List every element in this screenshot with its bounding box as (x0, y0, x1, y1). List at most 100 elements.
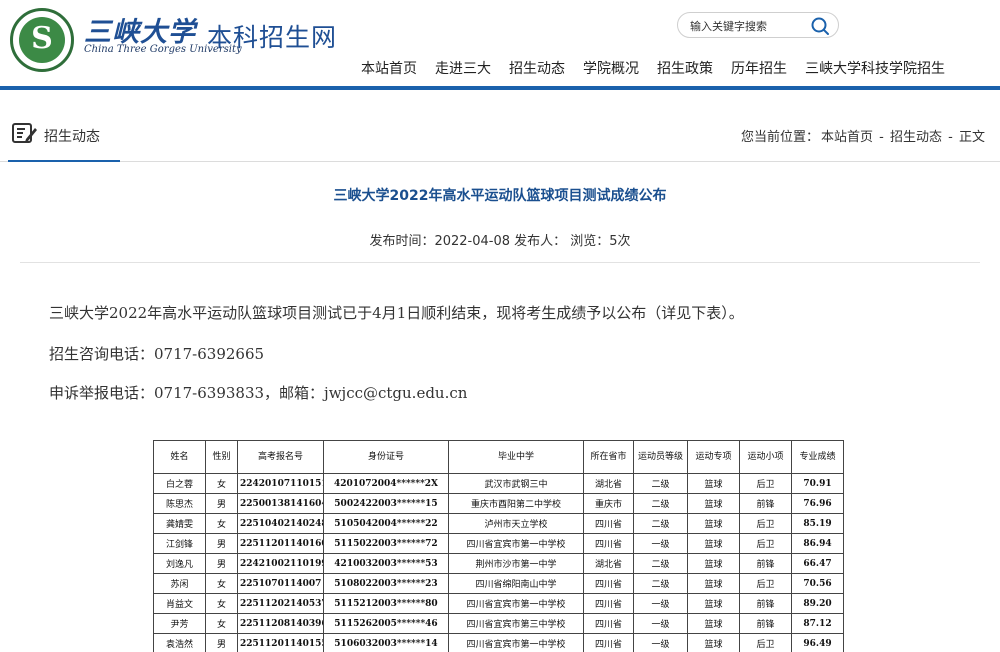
search-input[interactable] (690, 17, 808, 35)
table-cell: 四川省 (583, 633, 634, 652)
table-row: 白之蓉女 22420107110151 4201072004******2X 武汉市武… (153, 473, 844, 494)
table-row: 袁浩然男 22511201140155 5106032003******14 四川省宜… (153, 633, 844, 652)
table-cell: 87.12 (791, 613, 844, 634)
table-header-cell: 身份证号 (323, 440, 449, 474)
table-cell: 96.49 (791, 633, 844, 652)
table-cell: 前锋 (739, 493, 792, 514)
table-cell: 5002422003******15 (323, 493, 449, 514)
main-nav: 本站首页 走进三大 招生动态 学院概况 招生政策 历年招生 三峡大学科技学院招生 (361, 58, 945, 78)
table-cell: 篮球 (687, 553, 740, 574)
nav-item-about[interactable]: 走进三大 (435, 58, 491, 78)
table-header-cell: 姓名 (153, 440, 206, 474)
table-cell: 女 (205, 613, 238, 634)
section-header: 招生动态 您当前位置： 本站首页 - 招生动态 - 正文 (0, 90, 1000, 162)
article-title: 三峡大学2022年高水平运动队篮球项目测试成绩公布 (333, 188, 667, 204)
document-edit-icon (12, 123, 37, 143)
table-cell: 89.20 (791, 593, 844, 614)
meta-divider (20, 262, 980, 263)
table-cell: 22511201140160 (237, 533, 324, 554)
table-cell: 四川省宜宾市第三中学校 (448, 613, 584, 634)
table-header-cell: 所在省市 (583, 440, 634, 474)
table-cell: 5115212003******80 (323, 593, 449, 614)
table-header-row: 姓名 性别 高考报名号 身份证号 毕业中学 所在省市 运动员等级 运动专项 运动… (153, 440, 844, 474)
breadcrumb: 您当前位置： 本站首页 - 招生动态 - 正文 (740, 126, 986, 145)
table-cell: 后卫 (739, 473, 792, 494)
table-cell: 篮球 (687, 613, 740, 634)
table-cell: 女 (205, 593, 238, 614)
table-cell: 后卫 (739, 573, 792, 594)
table-cell: 22420107110151 (237, 473, 324, 494)
section-title: 招生动态 (44, 129, 100, 145)
breadcrumb-news[interactable]: 招生动态 (890, 130, 942, 145)
section-tab[interactable]: 招生动态 (8, 118, 120, 162)
table-cell: 后卫 (739, 533, 792, 554)
nav-item-policy[interactable]: 招生政策 (657, 58, 713, 78)
breadcrumb-home[interactable]: 本站首页 (821, 130, 873, 145)
table-cell: 86.94 (791, 533, 844, 554)
table-cell: 前锋 (739, 613, 792, 634)
article-paragraph: 申诉举报电话：0717-6393833，邮箱：jwjcc@ctgu.edu.cn (49, 384, 468, 402)
table-cell: 二级 (633, 513, 688, 534)
article-paragraph: 三峡大学2022年高水平运动队篮球项目测试已于4月1日顺利结束，现将考生成绩予以… (49, 304, 744, 322)
nav-item-colleges[interactable]: 学院概况 (583, 58, 639, 78)
table-row: 陈思杰男 22500138141604 5002422003******15 重庆市酉… (153, 493, 844, 514)
nav-item-history[interactable]: 历年招生 (731, 58, 787, 78)
table-cell: 22511202140537 (237, 593, 324, 614)
nav-item-tech-college[interactable]: 三峡大学科技学院招生 (805, 58, 945, 78)
table-cell: 四川省 (583, 593, 634, 614)
table-cell: 二级 (633, 493, 688, 514)
university-logo-icon[interactable] (10, 8, 74, 72)
table-cell: 四川省宜宾市第一中学校 (448, 533, 584, 554)
table-cell: 龚婧雯 (153, 513, 206, 534)
table-header-cell: 专业成绩 (791, 440, 844, 474)
table-cell: 4201072004******2X (323, 473, 449, 494)
table-row: 龚婧雯女 22510402140248 5105042004******22 泸州市天… (153, 513, 844, 534)
table-cell: 白之蓉 (153, 473, 206, 494)
table-cell: 66.47 (791, 553, 844, 574)
site-name[interactable]: 本科招生网 (207, 18, 337, 54)
table-cell: 70.91 (791, 473, 844, 494)
table-cell: 苏闲 (153, 573, 206, 594)
site-header: 三峡大学 China Three Gorges University 本科招生网… (0, 0, 1000, 86)
table-cell: 22421002110199 (237, 553, 324, 574)
table-cell: 篮球 (687, 573, 740, 594)
table-cell: 刘逸凡 (153, 553, 206, 574)
search-icon[interactable] (810, 16, 830, 36)
table-cell: 四川省 (583, 533, 634, 554)
table-cell: 江剑锋 (153, 533, 206, 554)
table-cell: 湖北省 (583, 473, 634, 494)
table-cell: 陈思杰 (153, 493, 206, 514)
table-cell: 篮球 (687, 593, 740, 614)
breadcrumb-separator: - (875, 130, 888, 145)
table-cell: 肖益文 (153, 593, 206, 614)
breadcrumb-separator: - (944, 130, 957, 145)
table-cell: 重庆市酉阳第二中学校 (448, 493, 584, 514)
table-cell: 二级 (633, 573, 688, 594)
nav-item-news[interactable]: 招生动态 (509, 58, 565, 78)
table-cell: 22511201140155 (237, 633, 324, 652)
article-meta: 发布时间：2022-04-08 发布人： 浏览：5次 (369, 234, 631, 249)
article-paragraph: 招生咨询电话：0717-6392665 (49, 345, 265, 363)
table-cell: 篮球 (687, 473, 740, 494)
table-cell: 22500138141604 (237, 493, 324, 514)
table-cell: 四川省宜宾市第一中学校 (448, 633, 584, 652)
table-cell: 男 (205, 493, 238, 514)
table-cell: 前锋 (739, 593, 792, 614)
table-cell: 四川省绵阳南山中学 (448, 573, 584, 594)
table-cell: 一级 (633, 533, 688, 554)
table-body: 白之蓉女 22420107110151 4201072004******2X 武汉市武… (153, 473, 844, 652)
table-cell: 5105042004******22 (323, 513, 449, 534)
nav-item-home[interactable]: 本站首页 (361, 58, 417, 78)
table-cell: 5115262005******46 (323, 613, 449, 634)
table-cell: 5108022003******23 (323, 573, 449, 594)
table-cell: 荆州市沙市第一中学 (448, 553, 584, 574)
table-cell: 篮球 (687, 533, 740, 554)
table-cell: 22511208140396 (237, 613, 324, 634)
table-cell: 76.96 (791, 493, 844, 514)
table-header-cell: 毕业中学 (448, 440, 584, 474)
table-row: 尹芳女 22511208140396 5115262005******46 四川省宜宾… (153, 613, 844, 634)
table-cell: 四川省 (583, 613, 634, 634)
table-cell: 篮球 (687, 633, 740, 652)
table-cell: 70.56 (791, 573, 844, 594)
table-cell: 后卫 (739, 633, 792, 652)
